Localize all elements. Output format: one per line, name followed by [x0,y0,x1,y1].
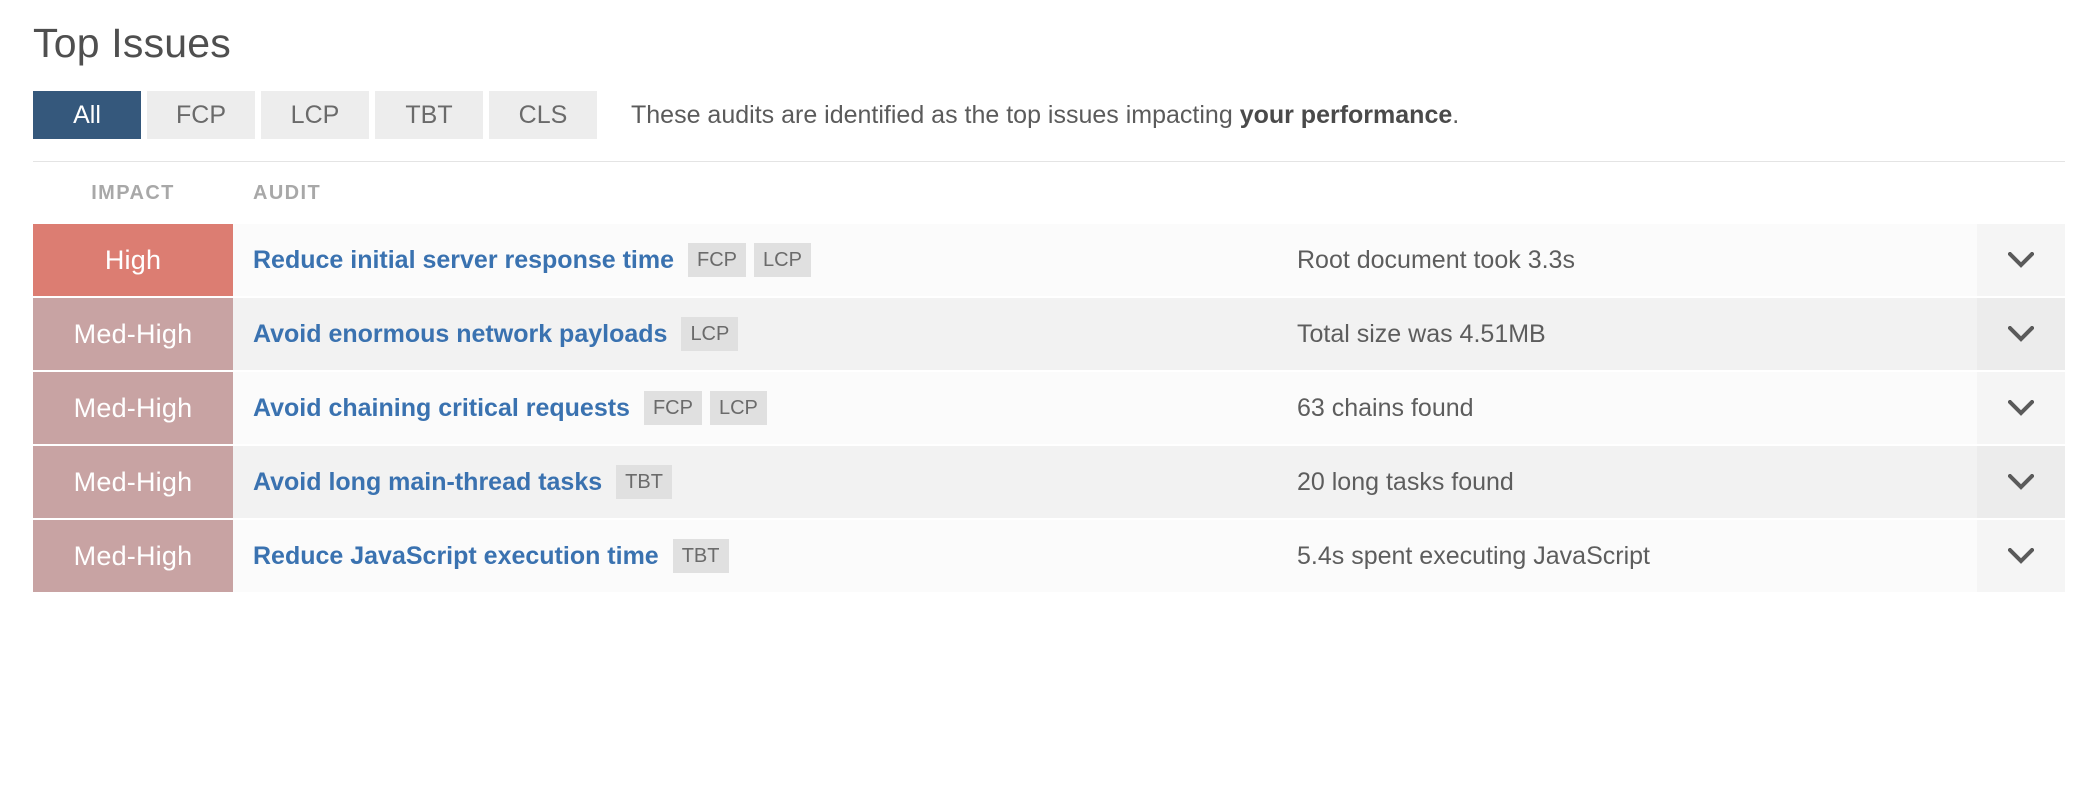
page-title: Top Issues [33,20,231,66]
audit-cell: Avoid long main-thread tasks TBT [233,446,1297,518]
audit-title-link[interactable]: Avoid chaining critical requests [253,394,630,423]
table-row[interactable]: Med-High Reduce JavaScript execution time… [33,520,2065,593]
filter-tab-tbt[interactable]: TBT [375,91,483,140]
filter-description-emphasis: your performance [1239,100,1453,129]
audit-cell: Reduce JavaScript execution time TBT [233,520,1297,592]
audit-cell: Avoid chaining critical requests FCP LCP [233,372,1297,444]
impact-badge: Med-High [33,446,233,519]
metric-badge-group: FCP LCP [688,243,811,278]
filter-description-prefix: These audits are identified as the top i… [631,100,1240,129]
audit-value: 20 long tasks found [1297,467,1514,496]
filter-tab-all[interactable]: All [33,91,141,140]
filter-description: These audits are identified as the top i… [631,101,1459,130]
audit-value: Total size was 4.51MB [1297,319,1546,348]
metric-badge-tbt: TBT [616,465,672,500]
audit-cell: Avoid enormous network payloads LCP [233,298,1297,370]
filter-row: All FCP LCP TBT CLS These audits are identif… [33,91,2065,140]
filter-tab-lcp[interactable]: LCP [261,91,369,140]
metric-badge-lcp: LCP [709,391,767,426]
table-row[interactable]: Med-High Avoid long main-thread tasks TBT 2… [33,446,2065,519]
metric-badge-group: TBT [672,539,729,574]
column-header-audit: AUDIT [253,181,322,204]
audit-title-link[interactable]: Avoid long main-thread tasks [253,468,602,497]
filter-tab-fcp[interactable]: FCP [147,91,255,140]
audit-title-link[interactable]: Avoid enormous network payloads [253,320,667,349]
metric-badge-fcp: FCP [643,391,702,426]
table-row[interactable]: Med-High Avoid enormous network payloads L… [33,298,2065,371]
metric-badge-lcp: LCP [681,317,739,352]
impact-badge: Med-High [33,372,233,445]
metric-badge-group: TBT [616,465,672,500]
column-header-impact: IMPACT [91,181,175,204]
audit-cell: Reduce initial server response time FCP LC… [233,224,1297,296]
top-issues-panel: Top Issues All FCP LCP TBT CLS These audits … [0,0,2098,593]
expand-row-button[interactable] [1977,298,2065,370]
chevron-down-icon [2008,252,2034,269]
expand-row-button[interactable] [1977,446,2065,518]
filter-tab-cls[interactable]: CLS [489,91,597,140]
table-row[interactable]: High Reduce initial server response time F… [33,224,2065,297]
table-row[interactable]: Med-High Avoid chaining critical requests… [33,372,2065,445]
impact-badge: Med-High [33,520,233,593]
metric-badge-group: FCP LCP [643,391,767,426]
metric-badge-fcp: FCP [688,243,747,278]
metric-badge-tbt: TBT [672,539,729,574]
expand-row-button[interactable] [1977,224,2065,296]
chevron-down-icon [2008,326,2034,343]
metric-badge-lcp: LCP [754,243,811,278]
audit-title-link[interactable]: Reduce JavaScript execution time [253,542,659,571]
audit-value: 5.4s spent executing JavaScript [1297,541,1650,570]
impact-badge: Med-High [33,298,233,371]
chevron-down-icon [2008,400,2034,417]
expand-row-button[interactable] [1977,520,2065,592]
impact-badge: High [33,224,233,297]
table-header-row: IMPACT AUDIT [33,162,2065,224]
audit-value: 63 chains found [1297,393,1474,422]
expand-row-button[interactable] [1977,372,2065,444]
audit-title-link[interactable]: Reduce initial server response time [253,246,674,275]
filter-description-suffix: . [1452,100,1460,129]
chevron-down-icon [2008,474,2034,491]
chevron-down-icon [2008,548,2034,565]
metric-filter-tabs: All FCP LCP TBT CLS [33,91,597,140]
issues-table: IMPACT AUDIT High Reduce initial server r… [33,162,2065,593]
audit-value: Root document took 3.3s [1297,245,1575,274]
metric-badge-group: LCP [681,317,739,352]
table-body: High Reduce initial server response time F… [33,224,2065,593]
